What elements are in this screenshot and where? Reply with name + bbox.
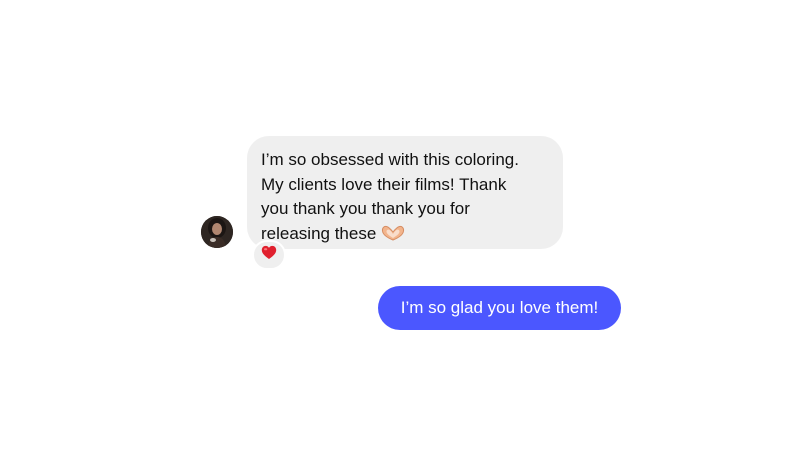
message-line-text: releasing these <box>261 223 377 243</box>
incoming-message-bubble[interactable]: I’m so obsessed with this coloring. My c… <box>247 136 563 249</box>
message-line-last: releasing these <box>261 222 547 250</box>
chat-thread: I’m so obsessed with this coloring. My c… <box>0 0 800 450</box>
reaction-badge[interactable] <box>252 240 286 270</box>
message-line: I’m so obsessed with this coloring. <box>261 150 519 169</box>
outgoing-message-bubble[interactable]: I’m so glad you love them! <box>378 286 621 330</box>
sender-avatar[interactable] <box>201 216 233 248</box>
message-line: you thank you thank you for <box>261 199 470 218</box>
message-line: My clients love their films! Thank <box>261 174 507 194</box>
heart-hands-emoji-icon <box>380 224 406 250</box>
avatar-photo-icon <box>201 216 233 248</box>
red-heart-icon <box>261 245 277 265</box>
